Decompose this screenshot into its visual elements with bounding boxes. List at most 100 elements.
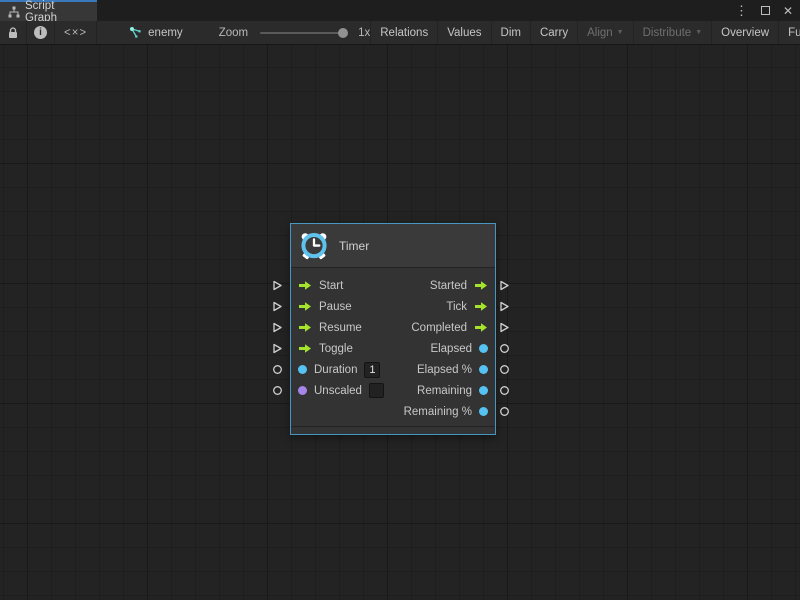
external-control-output-port[interactable] <box>499 280 510 291</box>
zoom-slider[interactable] <box>260 32 348 34</box>
relations-button[interactable]: Relations <box>370 21 437 44</box>
external-control-input-port[interactable] <box>272 343 283 354</box>
control-input-icon[interactable] <box>298 301 312 312</box>
number-input-icon[interactable] <box>298 365 307 374</box>
number-output-icon[interactable] <box>479 344 488 353</box>
external-control-output-port[interactable] <box>499 322 510 333</box>
unscaled-checkbox[interactable] <box>369 383 384 398</box>
port-label: Started <box>430 280 467 292</box>
port-label: Tick <box>446 301 467 313</box>
lock-icon <box>7 26 19 40</box>
port-label: Resume <box>319 322 362 334</box>
external-control-input-port[interactable] <box>272 301 283 312</box>
button-label: Distribute <box>643 27 692 39</box>
close-icon[interactable]: ✕ <box>783 5 793 17</box>
external-value-output-port[interactable] <box>499 364 510 375</box>
port-label: Pause <box>319 301 352 313</box>
button-label: Values <box>447 27 481 39</box>
port-label: Elapsed <box>430 343 472 355</box>
external-value-output-port[interactable] <box>499 385 510 396</box>
port-label: Duration <box>314 364 357 376</box>
timer-node-title: Timer <box>339 239 369 253</box>
control-input-icon[interactable] <box>298 343 312 354</box>
tab-bar: Script Graph ⋮ ✕ <box>0 0 800 21</box>
chevron-down-icon: ▼ <box>695 29 702 36</box>
control-output-icon[interactable] <box>474 322 488 333</box>
control-output-icon[interactable] <box>474 301 488 312</box>
port-row-toggle[interactable]: Toggle <box>291 338 391 359</box>
port-row-completed[interactable]: Completed <box>397 317 495 338</box>
port-row-started[interactable]: Started <box>397 275 495 296</box>
alarm-clock-icon <box>299 231 329 261</box>
port-row-tick[interactable]: Tick <box>397 296 495 317</box>
timer-node-ports: Start Pause Resume <box>291 268 495 426</box>
boolean-input-icon[interactable] <box>298 386 307 395</box>
output-ports-column: Started Tick Completed <box>397 275 495 422</box>
window-menu-icon[interactable]: ⋮ <box>735 4 748 17</box>
tab-label: Script Graph <box>25 0 89 24</box>
external-value-input-port[interactable] <box>272 364 283 375</box>
zoom-label: Zoom <box>219 27 248 39</box>
port-row-elapsed-pct[interactable]: Elapsed % <box>397 359 495 380</box>
button-label: Align <box>587 27 613 39</box>
port-row-pause[interactable]: Pause <box>291 296 391 317</box>
external-value-output-port[interactable] <box>499 343 510 354</box>
maximize-icon[interactable] <box>761 6 770 15</box>
control-output-icon[interactable] <box>474 280 488 291</box>
number-output-icon[interactable] <box>479 407 488 416</box>
dim-button[interactable]: Dim <box>491 21 530 44</box>
port-label: Toggle <box>319 343 353 355</box>
timer-node-footer <box>291 426 495 434</box>
port-row-unscaled[interactable]: Unscaled <box>291 380 391 401</box>
graph-hierarchy-icon <box>8 6 20 18</box>
graph-breadcrumb[interactable]: enemy <box>123 21 189 44</box>
carry-button[interactable]: Carry <box>530 21 577 44</box>
number-output-icon[interactable] <box>479 365 488 374</box>
button-label: Dim <box>501 27 521 39</box>
control-input-icon[interactable] <box>298 322 312 333</box>
distribute-dropdown: Distribute ▼ <box>633 21 712 44</box>
chevron-down-icon: ▼ <box>617 29 624 36</box>
button-label: Overview <box>721 27 769 39</box>
port-row-elapsed[interactable]: Elapsed <box>397 338 495 359</box>
graph-canvas[interactable]: Timer Start Pause <box>0 45 800 600</box>
graph-name-label: enemy <box>148 27 183 39</box>
inspect-button[interactable]: i <box>27 21 55 44</box>
port-row-resume[interactable]: Resume <box>291 317 391 338</box>
timer-node-header[interactable]: Timer <box>291 224 495 268</box>
toolbar-button-group: Relations Values Dim Carry Align ▼ Distr… <box>370 21 800 44</box>
external-control-input-port[interactable] <box>272 280 283 291</box>
control-input-icon[interactable] <box>298 280 312 291</box>
code-port-icon: <×> <box>64 27 87 39</box>
external-control-output-port[interactable] <box>499 301 510 312</box>
port-label: Completed <box>411 322 467 334</box>
external-control-input-port[interactable] <box>272 322 283 333</box>
port-row-remaining-pct[interactable]: Remaining % <box>397 401 495 422</box>
button-label: Full Screen <box>788 27 800 39</box>
button-label: Carry <box>540 27 568 39</box>
zoom-slider-handle[interactable] <box>338 28 348 38</box>
port-row-remaining[interactable]: Remaining <box>397 380 495 401</box>
port-label: Start <box>319 280 343 292</box>
port-label: Remaining % <box>404 406 472 418</box>
timer-node[interactable]: Timer Start Pause <box>290 223 496 435</box>
lock-button[interactable] <box>0 21 27 44</box>
duration-value-field[interactable]: 1 <box>364 362 380 378</box>
port-row-duration[interactable]: Duration 1 <box>291 359 391 380</box>
external-value-output-port[interactable] <box>499 406 510 417</box>
port-row-start[interactable]: Start <box>291 275 391 296</box>
window-controls: ⋮ ✕ <box>735 0 793 21</box>
tab-script-graph[interactable]: Script Graph <box>0 0 97 21</box>
overview-button[interactable]: Overview <box>711 21 778 44</box>
values-button[interactable]: Values <box>437 21 490 44</box>
graph-toolbar: i <×> enemy Zoom 1x Relations Values <box>0 21 800 45</box>
number-output-icon[interactable] <box>479 386 488 395</box>
graph-node-icon <box>129 26 142 39</box>
full-screen-button[interactable]: Full Screen <box>778 21 800 44</box>
button-label: Relations <box>380 27 428 39</box>
edit-unit-ports-button[interactable]: <×> <box>55 21 97 44</box>
port-label: Elapsed % <box>417 364 472 376</box>
port-label: Remaining <box>417 385 472 397</box>
port-label: Unscaled <box>314 385 362 397</box>
external-value-input-port[interactable] <box>272 385 283 396</box>
